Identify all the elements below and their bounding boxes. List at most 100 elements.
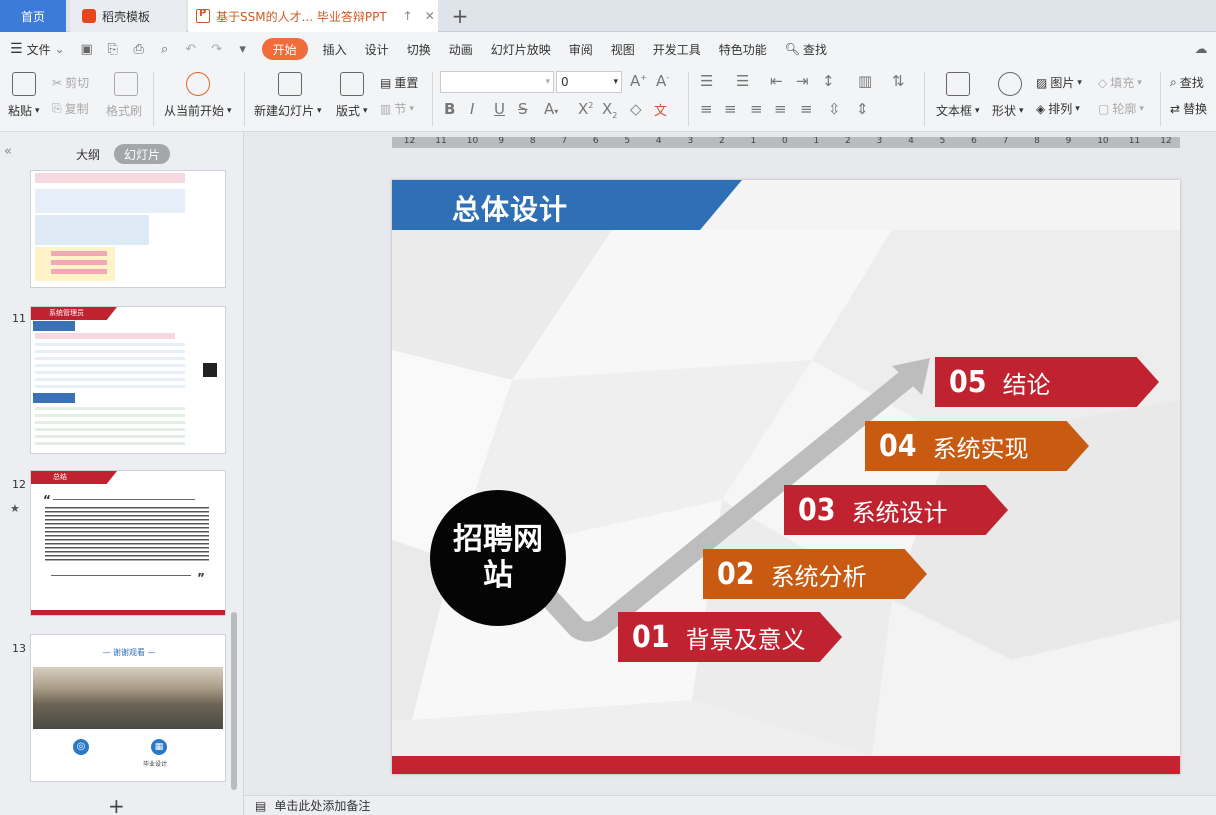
underline-icon[interactable]: U [494, 100, 505, 118]
cut-button[interactable]: ✂ 剪切 [52, 74, 89, 91]
fill-button[interactable]: ◇ 填充 ▾ [1098, 74, 1142, 91]
tab-outline[interactable]: 大纲 [76, 144, 100, 164]
menu-home[interactable]: 开始 [261, 38, 308, 60]
outline-button[interactable]: ▢ 轮廓 ▾ [1098, 100, 1144, 117]
more-icon[interactable]: ▾ [230, 38, 256, 60]
current-slide[interactable]: 总体设计 招聘网站 05 结论 04 系统实现 03 系统设计 02 系统分析 01 背景… [392, 180, 1180, 774]
section-button[interactable]: ▥ 节 ▾ [380, 100, 414, 117]
bold-icon[interactable]: B [444, 100, 455, 118]
menu-transition[interactable]: 切换 [398, 38, 440, 60]
add-slide-button[interactable]: + [108, 794, 125, 815]
layout-button[interactable]: 版式 ▾ [336, 102, 368, 119]
play-from-current-button[interactable]: 从当前开始 ▾ [164, 102, 232, 119]
align-text-icon[interactable]: ⇕ [856, 100, 869, 118]
tab-outline-label: 大纲 [76, 147, 101, 162]
align-center-icon[interactable]: ≡ [724, 100, 737, 118]
save-icon[interactable]: ▣ [74, 38, 100, 60]
step-01-background[interactable]: 01 背景及意义 [618, 612, 842, 662]
search-icon: 🔍︎ [784, 42, 801, 56]
tab-template[interactable]: 稻壳模板 [70, 0, 186, 32]
menu-search[interactable]: 🔍︎ 查找 [776, 38, 836, 60]
new-slide-button[interactable]: 新建幻灯片 ▾ [254, 102, 322, 119]
phonetic-icon[interactable]: 文 [654, 100, 667, 119]
paste-button[interactable]: 粘贴 ▾ [8, 102, 40, 119]
numbered-list-icon[interactable]: ☰ [736, 72, 749, 90]
text-direction-icon[interactable]: ⇅ [892, 72, 905, 90]
tab-slides[interactable]: 幻灯片 [114, 144, 171, 164]
line-spacing-icon[interactable]: ↕ [822, 72, 835, 90]
new-tab-label: + [451, 4, 469, 28]
textbox-label: 文本框 [936, 104, 973, 118]
center-circle[interactable]: 招聘网站 [430, 490, 566, 626]
tab-document[interactable]: 基于SSM的人才... 毕业答辩PPT ↑ ✕ [188, 0, 438, 32]
slide-thumbnail-11[interactable]: 系统管理员 [30, 306, 226, 454]
decrease-indent-icon[interactable]: ⇤ [770, 72, 783, 90]
hamburger-icon: ☰ [10, 41, 23, 57]
file-menu[interactable]: ☰ 文件 ⌄ [0, 38, 74, 60]
clear-format-icon[interactable]: ◇ [630, 100, 642, 118]
font-family-select[interactable]: ▾ [440, 71, 554, 93]
menu-animation[interactable]: 动画 [440, 38, 482, 60]
columns-icon[interactable]: ▥ [858, 72, 872, 90]
superscript-icon[interactable]: X2 [578, 100, 593, 118]
notes-bar[interactable]: ▤ 单击此处添加备注 [245, 795, 1216, 815]
reset-icon: ▤ [380, 75, 392, 90]
font-decrease-icon[interactable]: A- [656, 72, 669, 90]
increase-indent-icon[interactable]: ⇥ [796, 72, 809, 90]
undo-icon[interactable]: ↶ [178, 38, 204, 60]
menu-insert[interactable]: 插入 [314, 38, 356, 60]
menu-view-label: 视图 [610, 42, 635, 57]
font-size-select[interactable]: 0 ▾ [556, 71, 622, 93]
menu-review[interactable]: 审阅 [560, 38, 602, 60]
arrange-button[interactable]: ◈ 排列 ▾ [1036, 100, 1080, 117]
step-05-conclusion[interactable]: 05 结论 [935, 357, 1159, 407]
step-03-design[interactable]: 03 系统设计 [784, 485, 1008, 535]
strikethrough-icon[interactable]: S [518, 100, 528, 118]
align-right-icon[interactable]: ≡ [750, 100, 763, 118]
panel-scrollbar[interactable] [231, 612, 237, 790]
bullet-list-icon[interactable]: ☰ [700, 72, 713, 90]
step-02-analysis[interactable]: 02 系统分析 [703, 549, 927, 599]
menu-slideshow[interactable]: 幻灯片放映 [482, 38, 560, 60]
menu-view[interactable]: 视图 [602, 38, 644, 60]
format-painter-button[interactable]: 格式刷 [106, 102, 142, 119]
italic-icon[interactable]: I [470, 100, 474, 118]
find-button[interactable]: ⌕ 查找 [1170, 74, 1204, 91]
menu-design[interactable]: 设计 [356, 38, 398, 60]
subscript-icon[interactable]: X2 [602, 100, 617, 120]
close-icon[interactable]: ✕ [425, 9, 435, 23]
slide-thumbnail-12[interactable]: 总结 “ ” [30, 470, 226, 616]
font-color-icon[interactable]: A▾ [544, 100, 558, 118]
cloud-icon[interactable]: ☁ [1188, 38, 1214, 60]
shape-button[interactable]: 形状 ▾ [992, 102, 1024, 119]
thumb-block [35, 343, 185, 391]
collapse-panel-icon[interactable]: « [4, 144, 12, 159]
menu-features[interactable]: 特色功能 [710, 38, 776, 60]
menu-developer[interactable]: 开发工具 [644, 38, 710, 60]
paragraph-spacing-icon[interactable]: ⇳ [828, 100, 841, 118]
copy-button[interactable]: ⎘ 复制 [52, 100, 89, 117]
picture-button[interactable]: ▨ 图片 ▾ [1036, 74, 1082, 91]
justify-icon[interactable]: ≡ [774, 100, 787, 118]
menu-design-label: 设计 [364, 42, 389, 57]
redo-icon[interactable]: ↷ [204, 38, 230, 60]
print-icon[interactable]: ⎙ [126, 38, 152, 60]
new-tab-button[interactable]: + [446, 0, 474, 32]
arrange-icon: ◈ [1036, 101, 1046, 116]
textbox-button[interactable]: 文本框 ▾ [936, 102, 980, 119]
export-icon[interactable]: ⎘ [100, 38, 126, 60]
print-preview-icon[interactable]: ⌕ [152, 38, 178, 60]
ruler-tick-label: 0 [782, 137, 788, 146]
font-increase-icon[interactable]: A+ [630, 72, 647, 90]
align-left-icon[interactable]: ≡ [700, 100, 713, 118]
reset-button[interactable]: ▤ 重置 [380, 74, 418, 91]
slide-thumbnail-13[interactable]: — 谢谢观看 — ◎ ▦ 毕业设计 [30, 634, 226, 782]
tab-home[interactable]: 首页 [0, 0, 66, 32]
upload-icon[interactable]: ↑ [403, 9, 413, 23]
step-04-implementation[interactable]: 04 系统实现 [865, 421, 1089, 471]
distribute-icon[interactable]: ≡ [800, 100, 813, 118]
replace-button[interactable]: ⇄ 替换 [1170, 100, 1207, 117]
slide-thumbnail-10[interactable] [30, 170, 226, 288]
scissors-icon: ✂ [52, 75, 63, 90]
section-icon: ▥ [380, 101, 392, 116]
